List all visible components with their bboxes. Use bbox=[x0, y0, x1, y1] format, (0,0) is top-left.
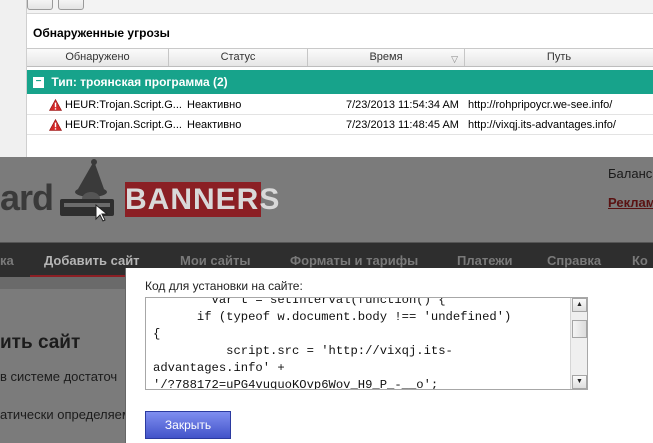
balance-label: Баланс bbox=[608, 166, 653, 181]
scroll-up-icon[interactable]: ▲ bbox=[572, 298, 587, 312]
column-header-detected[interactable]: Обнаружено bbox=[27, 49, 169, 66]
ads-link[interactable]: Реклам bbox=[608, 195, 653, 210]
threat-status: Неактивно bbox=[187, 99, 242, 111]
threat-time: 7/23/2013 11:54:34 AM bbox=[346, 99, 459, 111]
scrollbar[interactable]: ▲ ▼ bbox=[570, 298, 587, 389]
code-text: var t = setInterval(function() { if (typ… bbox=[153, 297, 512, 390]
column-header-status[interactable]: Статус bbox=[169, 49, 308, 66]
page-heading: ить сайт bbox=[0, 332, 81, 353]
code-label: Код для установки на сайте: bbox=[145, 279, 303, 293]
gnome-logo-icon bbox=[56, 159, 126, 223]
threat-path: http://rohpripoycr.we-see.info/ bbox=[468, 99, 613, 111]
warning-icon bbox=[49, 119, 62, 131]
threats-table-header: Обнаружено Статус Время ▽ Путь bbox=[27, 48, 653, 67]
table-row[interactable]: HEUR:Trojan.Script.G... Неактивно 7/23/2… bbox=[27, 96, 653, 115]
threat-path: http://vixqj.its-advantages.info/ bbox=[468, 119, 616, 131]
threat-status: Неактивно bbox=[187, 119, 242, 131]
threat-group-label: Тип: троянская программа (2) bbox=[51, 75, 228, 89]
antivirus-window: Обнаруженные угрозы Обнаружено Статус Вр… bbox=[0, 0, 653, 157]
scroll-down-icon[interactable]: ▼ bbox=[572, 375, 587, 389]
page-paragraph: атически определяем bbox=[0, 407, 131, 422]
page-paragraph: в системе достаточ bbox=[0, 369, 118, 384]
site-logo-text: ard bbox=[0, 177, 54, 218]
top-toolbar bbox=[27, 0, 653, 14]
left-panel bbox=[0, 0, 27, 157]
nav-item-partial[interactable]: ка bbox=[0, 243, 14, 278]
warning-icon bbox=[49, 99, 62, 111]
section-title: Обнаруженные угрозы bbox=[33, 26, 170, 40]
column-header-path[interactable]: Путь bbox=[465, 49, 653, 66]
threat-time: 7/23/2013 11:48:45 AM bbox=[346, 119, 459, 131]
install-code-dialog: Код для установки на сайте: var t = setI… bbox=[125, 268, 653, 443]
table-row[interactable]: HEUR:Trojan.Script.G... Неактивно 7/23/2… bbox=[27, 116, 653, 135]
close-button[interactable]: Закрыть bbox=[145, 411, 231, 439]
toolbar-button-back[interactable] bbox=[27, 0, 53, 10]
banners-logo: BANNERS bbox=[125, 182, 281, 217]
sort-descending-icon: ▽ bbox=[451, 54, 458, 64]
threat-group-trojan[interactable]: − Тип: троянская программа (2) bbox=[27, 70, 653, 94]
website-page: ard BANNERS Баланс Реклам ка Добавить са… bbox=[0, 157, 653, 443]
threat-name: HEUR:Trojan.Script.G... bbox=[65, 119, 182, 131]
code-textarea[interactable]: var t = setInterval(function() { if (typ… bbox=[145, 297, 588, 390]
column-header-time[interactable]: Время ▽ bbox=[308, 49, 465, 66]
threat-name: HEUR:Trojan.Script.G... bbox=[65, 99, 182, 111]
scrollbar-thumb[interactable] bbox=[572, 320, 587, 338]
collapse-icon[interactable]: − bbox=[33, 77, 44, 89]
toolbar-button-forward[interactable] bbox=[58, 0, 84, 10]
column-header-time-label: Время bbox=[369, 51, 403, 63]
